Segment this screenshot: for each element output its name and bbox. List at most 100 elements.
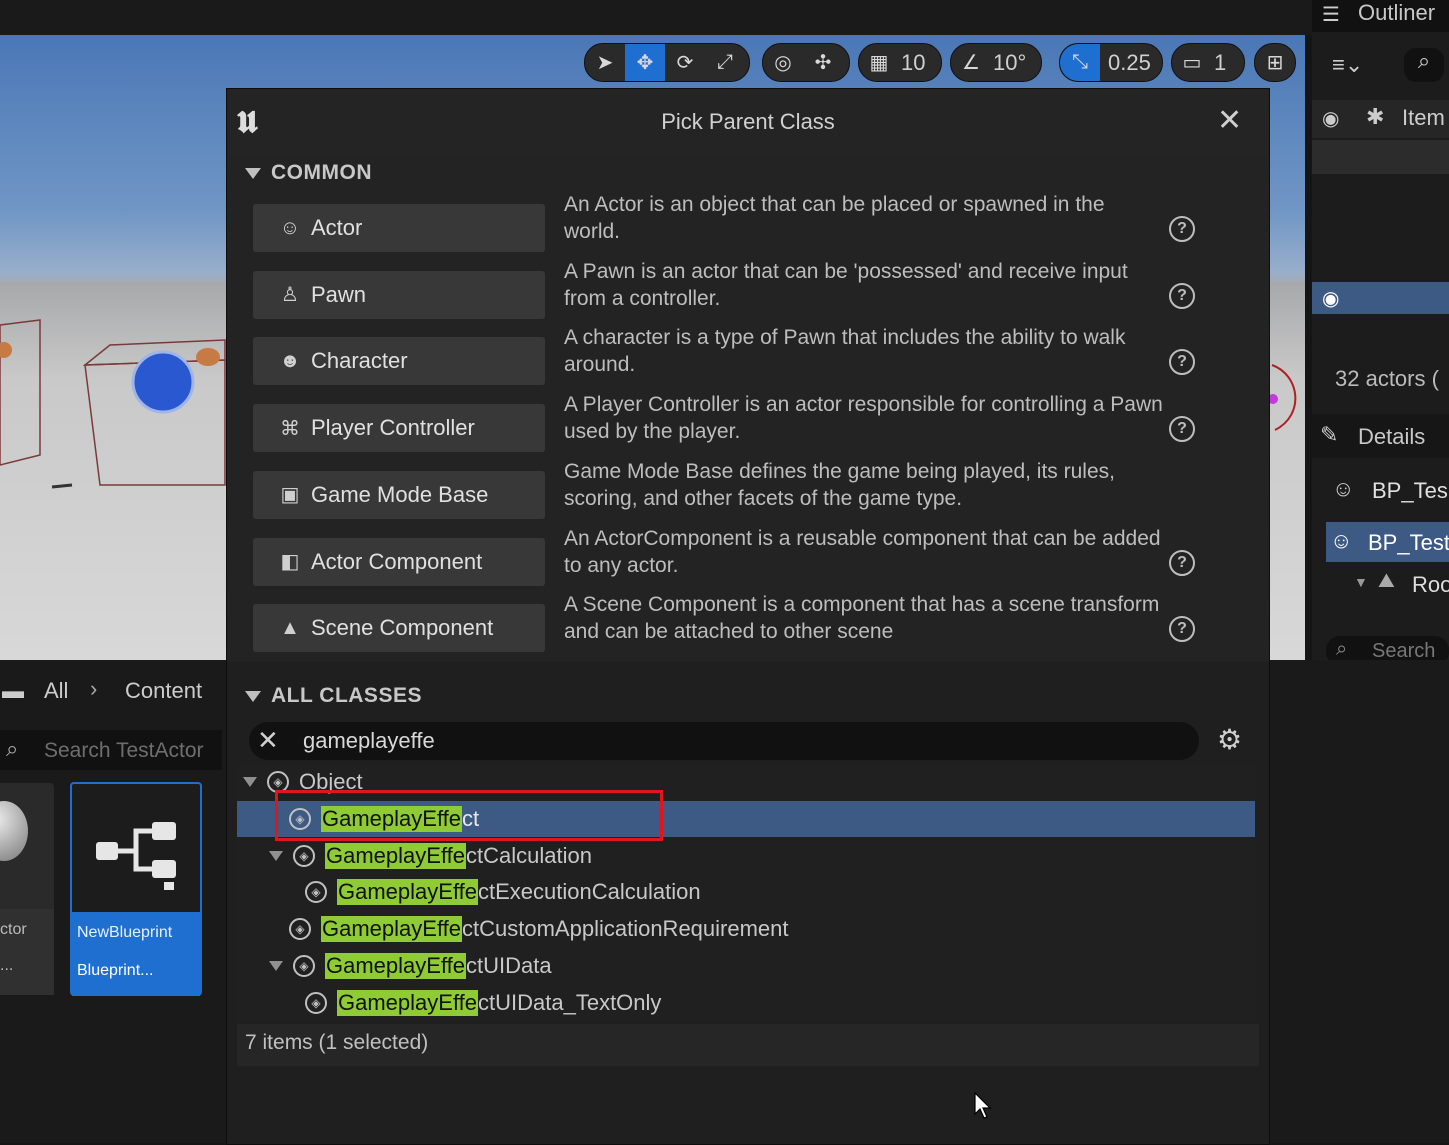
class-icon: ◈ [293,844,315,867]
outliner-icon: ☰ [1322,4,1340,26]
class-button-character[interactable]: ☻ Character [253,337,545,386]
class-search-value: gameplayeffe [303,728,435,753]
clear-search-icon[interactable]: ✕ [257,725,279,756]
dialog-title-bar: 𝖚 Pick Parent Class ✕ [227,89,1269,157]
outliner-tab-bar: ☰ Outliner [1312,0,1449,32]
help-icon[interactable]: ? [1169,349,1195,376]
grid-snap[interactable]: ▦ 10 [858,43,942,82]
sphere-thumbnail [0,801,28,861]
surface-snap-icon[interactable]: ✣ [803,44,843,81]
item-column-header[interactable]: Item [1402,105,1445,131]
class-search-input[interactable]: ✕ gameplayeffe [249,722,1199,760]
tree-class-row[interactable]: ◈ GameplayEffe ctCustomApplicationRequirem… [289,911,789,947]
search-match-highlight: GameplayEffe [321,916,463,943]
actor-icon: ☺ [1332,476,1355,501]
class-button-actor-component[interactable]: ◧ Actor Component [253,537,545,586]
asset-tile-selected[interactable]: NewBlueprint Blueprint... [70,782,202,996]
details-actor-name: BP_Tes [1372,478,1448,503]
move-tool-icon[interactable]: ✥ [625,44,665,81]
common-header-label: COMMON [271,161,372,184]
breadcrumb-all[interactable]: All [44,678,68,704]
tree-class-row[interactable]: ◈ GameplayEffe ctUIData [269,948,552,984]
pick-parent-class-dialog: 𝖚 Pick Parent Class ✕ COMMON ALL CLASSES… [226,88,1270,1145]
outliner-panel: ☰ Outliner ≡⌄ ⌕ ◉ ✱ Item ◉ 32 actors ( ✎… [1312,0,1449,660]
coord-tools: ◎ ✣ [762,43,850,82]
class-button-pawn[interactable]: ♙ Pawn [253,270,545,319]
filter-icon[interactable]: ≡⌄ [1332,52,1363,78]
search-icon: ⌕ [6,736,19,761]
select-tool-icon[interactable]: ➤ [585,44,625,81]
details-search-input[interactable]: ⌕ Search [1326,636,1449,660]
outliner-title[interactable]: Outliner [1358,0,1435,26]
help-icon[interactable]: ? [1169,282,1195,309]
help-icon[interactable]: ? [1169,616,1195,643]
visibility-icon[interactable]: ◉ [1322,106,1339,131]
tree-class-row[interactable]: ◈ GameplayEffe ctCalculation [269,838,592,874]
content-search-input[interactable]: ⌕ Search TestActor [0,730,222,770]
angle-snap[interactable]: ∠ 10° [950,43,1042,82]
expand-arrow-icon[interactable] [269,850,283,861]
breadcrumb-content[interactable]: Content [125,678,202,704]
scale-snap[interactable]: ⤡ 0.25 [1059,43,1163,82]
class-button-player-controller[interactable]: ⌘ Player Controller [253,404,545,453]
help-icon[interactable]: ? [1169,416,1195,443]
visibility-icon[interactable]: ◉ [1322,286,1339,311]
class-name-rest: ctCustomApplicationRequirement [462,916,789,942]
common-section-header[interactable]: COMMON [245,161,372,185]
world-icon[interactable]: ◎ [763,44,803,81]
actor-icon: ☺ [279,216,301,239]
search-match-highlight: GameplayEffe [337,879,479,906]
class-button-scene-component[interactable]: ▲ Scene Component [253,604,545,653]
component-icon: ◧ [280,551,300,573]
all-classes-section-header[interactable]: ALL CLASSES [245,684,422,708]
collapse-arrow-icon [245,167,261,179]
search-icon[interactable]: ⌕ [1404,48,1444,82]
camera-icon: ▭ [1182,52,1202,74]
transform-tools: ➤ ✥ ⟳ ⤢ [584,43,750,82]
scale-snap-icon: ⤡ [1060,44,1100,81]
help-icon[interactable]: ? [1169,216,1195,242]
asset-name: ctor [0,921,27,938]
class-description: An ActorComponent is a reusable componen… [564,526,1161,577]
class-icon: ◈ [305,991,327,1014]
asset-tile[interactable]: ctor ... [0,783,54,995]
camera-speed[interactable]: ▭ 1 [1171,43,1245,82]
class-button-label: Character [311,348,408,374]
class-icon: ◈ [293,954,315,977]
mouse-cursor-icon [974,1092,992,1119]
scale-tool-icon[interactable]: ⤢ [705,44,745,81]
expand-arrow-icon[interactable] [269,960,283,971]
class-button-label: Game Mode Base [311,481,489,507]
class-icon: ◈ [305,881,327,904]
dialog-title: Pick Parent Class [661,109,835,134]
outliner-selected-row[interactable]: ◉ [1312,282,1449,314]
search-icon: ⌕ [1336,638,1348,660]
class-description: A Scene Component is a component that ha… [564,593,1160,644]
tree-class-row[interactable]: ◈ GameplayEffe ctUIData_TextOnly [305,985,661,1021]
outliner-header-row: ◉ ✱ Item [1312,100,1449,138]
settings-gear-icon[interactable]: ⚙ [1217,723,1242,756]
class-name-rest: ctExecutionCalculation [478,879,701,905]
class-button-game-mode-base[interactable]: ▣ Game Mode Base [253,470,545,519]
class-button-label: Actor Component [311,548,483,574]
class-button-label: Actor [311,215,363,240]
class-description: Game Mode Base defines the game being pl… [564,459,1115,510]
class-button-actor[interactable]: ☺ Actor [253,204,545,252]
layout-toggle[interactable]: ⊞ [1254,43,1296,82]
expand-arrow-icon[interactable]: ▼ [1354,574,1368,590]
details-search-placeholder: Search [1372,640,1436,660]
tree-class-row[interactable]: ◈ GameplayEffe ctExecutionCalculation [305,874,701,910]
all-classes-header-label: ALL CLASSES [271,684,422,707]
component-child-name[interactable]: Roo [1412,572,1449,598]
component-tree-selected[interactable]: ☺ BP_Test [1326,522,1449,562]
folder-icon[interactable]: ▬ [2,678,24,704]
component-root-name: BP_Test [1368,530,1449,555]
grid-icon: ▦ [869,52,889,74]
close-icon[interactable]: ✕ [1217,103,1242,138]
collapse-arrow-icon [245,690,261,702]
outliner-row[interactable] [1312,140,1449,174]
star-icon[interactable]: ✱ [1366,104,1384,130]
details-title[interactable]: Details [1358,424,1425,450]
rotate-tool-icon[interactable]: ⟳ [665,44,705,81]
help-icon[interactable]: ? [1169,549,1195,576]
